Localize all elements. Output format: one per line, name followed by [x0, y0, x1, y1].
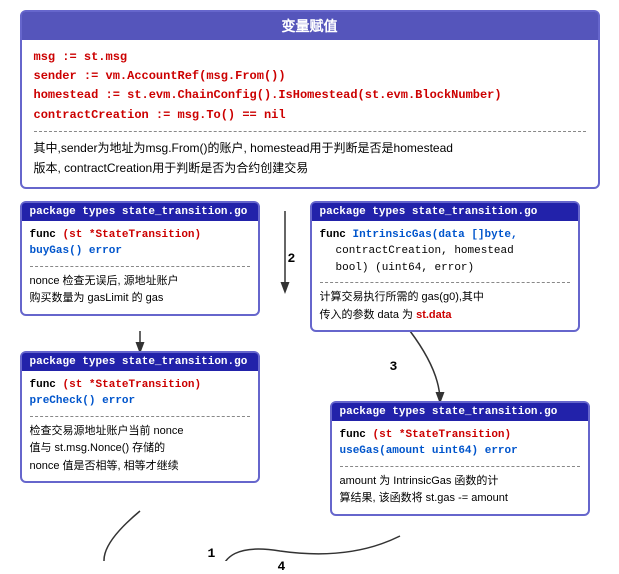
card-intrinsic-gas-desc: 计算交易执行所需的 gas(g0),其中传入的参数 data 为 st.data: [320, 289, 570, 324]
divider-use-gas: [340, 466, 580, 467]
card-pre-check-desc: 检查交易源地址账户当前 nonce值与 st.msg.Nonce() 存储的no…: [30, 423, 250, 476]
card-pre-check-title: package types state_transition.go: [22, 353, 258, 371]
arrow-label-4: 4: [278, 559, 286, 574]
code-block: msg := st.msg sender := vm.AccountRef(ms…: [34, 48, 586, 125]
card-buy-gas: package types state_transition.go func (…: [20, 201, 260, 316]
main-container: 变量赋值 msg := st.msg sender := vm.AccountR…: [0, 0, 619, 571]
code-line-3: homestead := st.evm.ChainConfig().IsHome…: [34, 88, 502, 102]
divider-pre-check: [30, 416, 250, 417]
arrow-label-3: 3: [390, 359, 398, 374]
card-intrinsic-gas-title: package types state_transition.go: [312, 203, 578, 221]
card-buy-gas-func: func (st *StateTransition) buyGas() erro…: [30, 227, 250, 260]
card-use-gas-func: func (st *StateTransition) useGas(amount…: [340, 427, 580, 460]
card-use-gas-content: func (st *StateTransition) useGas(amount…: [332, 421, 588, 514]
arrow-label-2: 2: [288, 251, 296, 266]
card-buy-gas-desc: nonce 检查无误后, 源地址账户购买数量为 gasLimit 的 gas: [30, 273, 250, 308]
code-line-1: msg := st.msg: [34, 50, 128, 64]
card-pre-check: package types state_transition.go func (…: [20, 351, 260, 484]
card-intrinsic-gas-content: func IntrinsicGas(data []byte, contractC…: [312, 221, 578, 331]
divider-buy-gas: [30, 266, 250, 267]
arrow-label-1: 1: [208, 546, 216, 561]
code-line-4: contractCreation := msg.To() == nil: [34, 108, 286, 122]
card-use-gas-title: package types state_transition.go: [332, 403, 588, 421]
divider-intrinsic: [320, 282, 570, 283]
code-line-2: sender := vm.AccountRef(msg.From()): [34, 69, 286, 83]
card-use-gas-desc: amount 为 IntrinsicGas 函数的计算结果, 该函数将 st.g…: [340, 473, 580, 508]
card-buy-gas-title: package types state_transition.go: [22, 203, 258, 221]
lower-area: 1 2 3 4 package types state_transition.g…: [20, 201, 600, 561]
top-box-title: 变量赋值: [22, 12, 598, 40]
card-pre-check-func: func (st *StateTransition) preCheck() er…: [30, 377, 250, 410]
card-intrinsic-gas-func: func IntrinsicGas(data []byte, contractC…: [320, 227, 570, 277]
top-box: 变量赋值 msg := st.msg sender := vm.AccountR…: [20, 10, 600, 189]
divider-1: [34, 131, 586, 132]
card-intrinsic-gas: package types state_transition.go func I…: [310, 201, 580, 333]
card-pre-check-content: func (st *StateTransition) preCheck() er…: [22, 371, 258, 482]
top-box-content: msg := st.msg sender := vm.AccountRef(ms…: [22, 40, 598, 187]
top-description: 其中,sender为地址为msg.From()的账户, homestead用于判…: [34, 138, 586, 179]
card-buy-gas-content: func (st *StateTransition) buyGas() erro…: [22, 221, 258, 314]
card-use-gas: package types state_transition.go func (…: [330, 401, 590, 516]
